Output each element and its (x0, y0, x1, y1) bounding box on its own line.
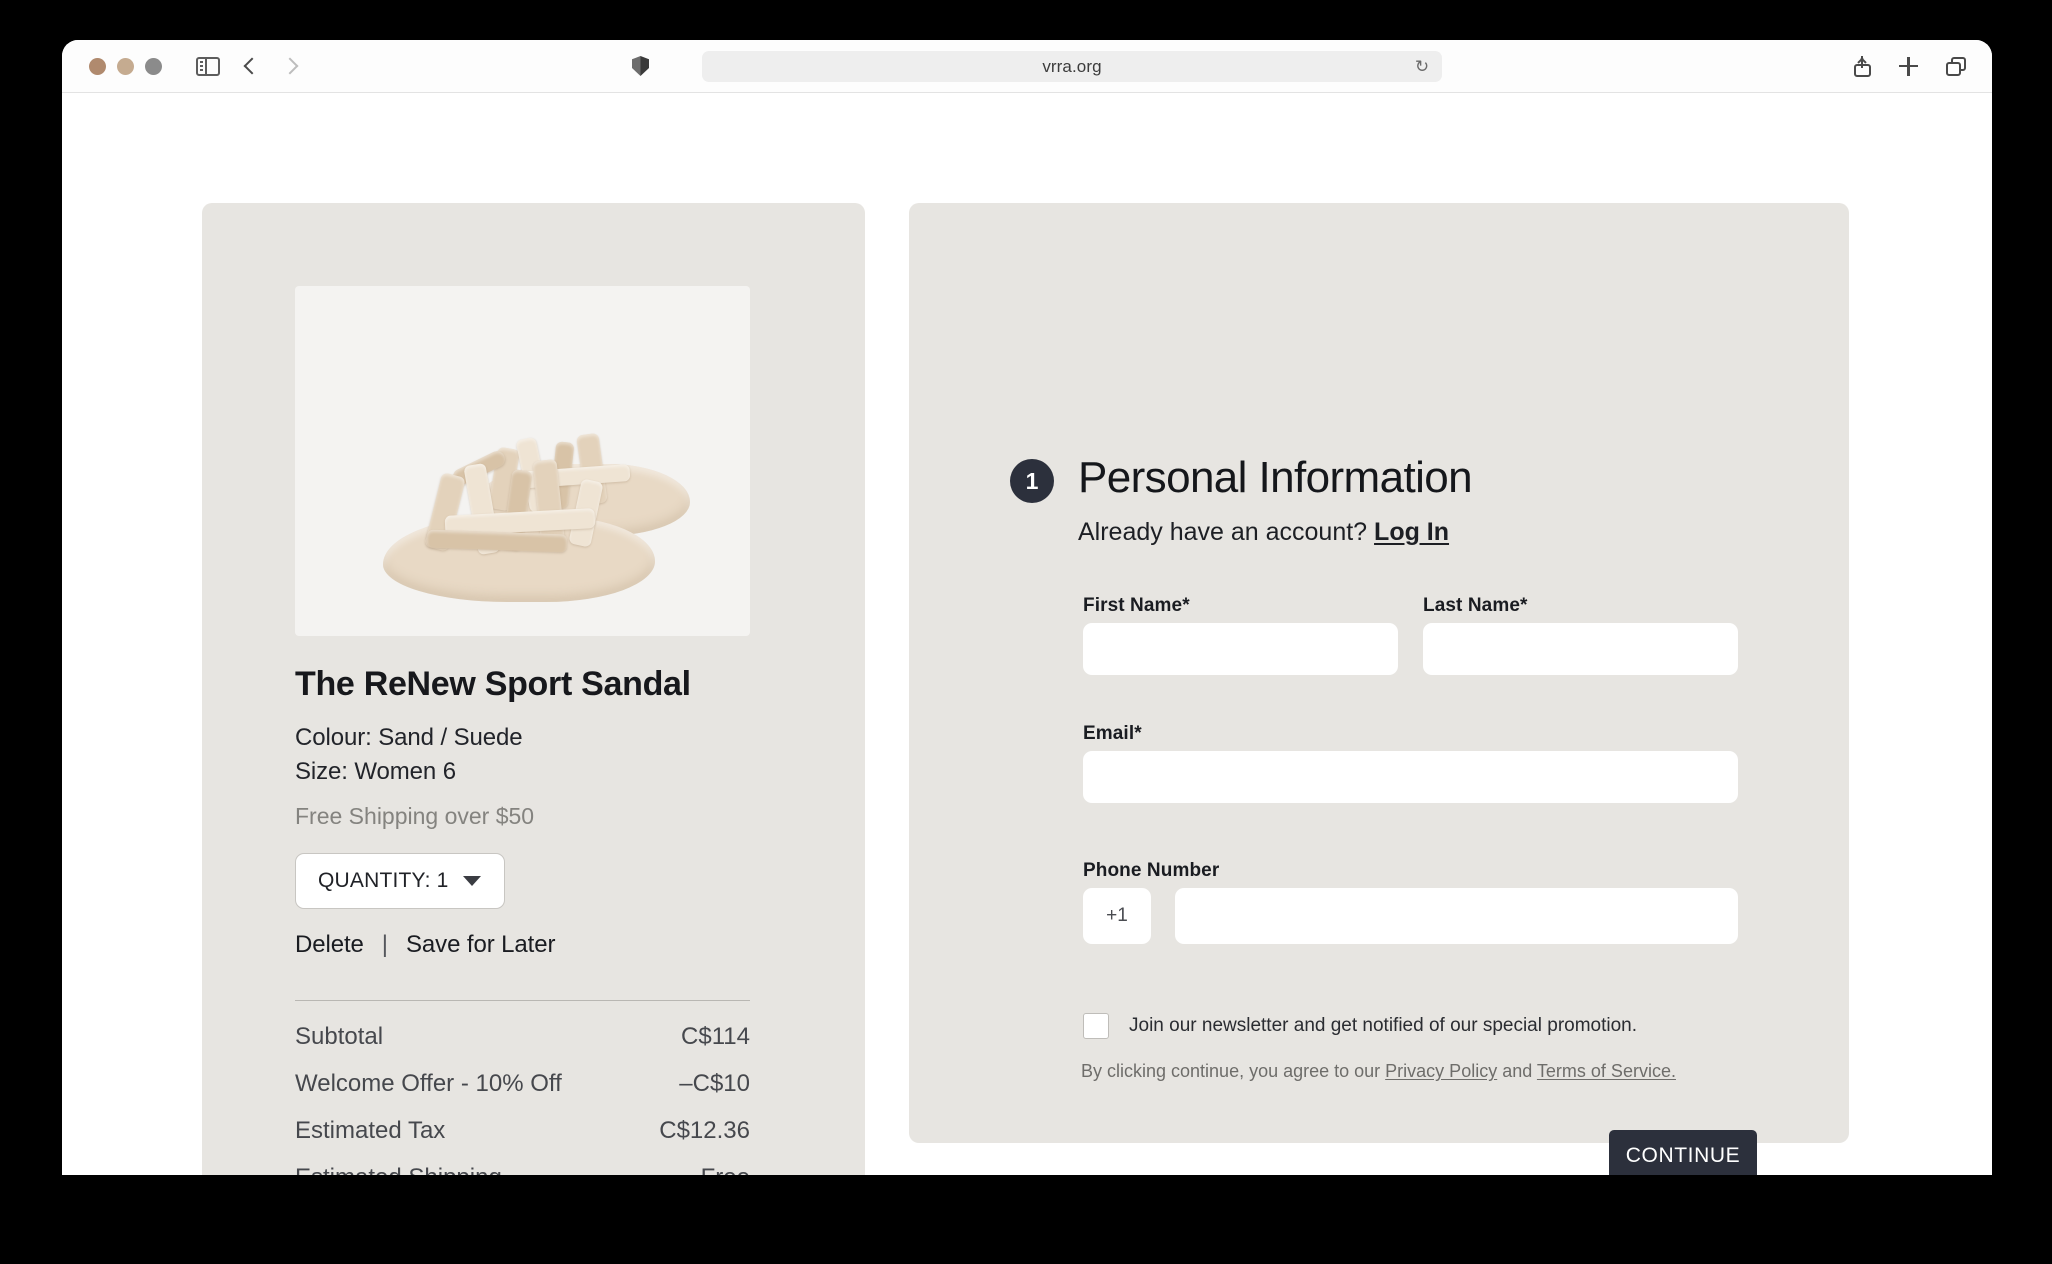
account-prompt-text: Already have an account? (1078, 518, 1375, 546)
step-badge: 1 (1010, 459, 1054, 503)
zoom-window-button[interactable] (145, 57, 162, 75)
url-text: vrra.org (1042, 56, 1102, 76)
sidebar-icon (196, 56, 220, 76)
legal-disclaimer: By clicking continue, you agree to our P… (1081, 1061, 1676, 1082)
first-name-input[interactable] (1083, 623, 1398, 675)
window-controls (89, 57, 162, 75)
summary-label: Estimated Tax (295, 1117, 446, 1144)
new-tab-button[interactable] (1899, 56, 1918, 76)
action-separator: | (381, 931, 389, 958)
save-for-later-link[interactable]: Save for Later (406, 931, 555, 959)
tab-overview-button[interactable] (1946, 56, 1966, 76)
quantity-dropdown[interactable]: QUANTITY: 1 (295, 853, 505, 909)
summary-value: C$114 (681, 1023, 750, 1050)
newsletter-checkbox[interactable] (1083, 1013, 1109, 1039)
browser-toolbar: vrra.org ↻ (62, 40, 1992, 93)
phone-label: Phone Number (1083, 860, 1220, 881)
phone-input[interactable] (1175, 888, 1738, 944)
account-prompt: Already have an account? Log In (1078, 518, 1449, 547)
cart-summary-panel: The ReNew Sport Sandal Colour: Sand / Su… (202, 203, 865, 1175)
sidebar-toggle-button[interactable] (196, 56, 220, 76)
privacy-report-button[interactable] (632, 56, 649, 76)
product-size: Size: Women 6 (295, 758, 456, 785)
summary-label: Subtotal (295, 1023, 384, 1050)
sandal-front (383, 454, 673, 614)
share-icon (1854, 55, 1871, 77)
email-label: Email* (1083, 723, 1142, 744)
summary-row: Estimated Shipping Free (295, 1164, 750, 1175)
legal-prefix: By clicking continue, you agree to our (1081, 1061, 1386, 1081)
back-button[interactable] (243, 57, 261, 75)
summary-value: Free (701, 1164, 750, 1175)
delete-link[interactable]: Delete (295, 931, 364, 959)
summary-value: –C$10 (679, 1070, 750, 1097)
plus-icon (1899, 56, 1918, 76)
terms-of-service-link[interactable]: Terms of Service. (1537, 1061, 1676, 1081)
legal-conjunction: and (1497, 1061, 1537, 1081)
summary-divider (295, 1000, 750, 1001)
free-shipping-note: Free Shipping over $50 (295, 803, 535, 829)
minimize-window-button[interactable] (117, 57, 134, 75)
toolbar-right-group (1854, 55, 1966, 77)
chevron-right-icon (281, 57, 299, 75)
chevron-left-icon (243, 57, 261, 75)
first-name-label: First Name* (1083, 595, 1190, 616)
navigation-controls (196, 56, 299, 76)
page-title: Personal Information (1078, 453, 1473, 502)
summary-row: Estimated Tax C$12.36 (295, 1117, 750, 1145)
close-window-button[interactable] (89, 57, 106, 75)
email-input[interactable] (1083, 751, 1738, 803)
tab-overview-icon (1946, 56, 1966, 76)
summary-label: Welcome Offer - 10% Off (295, 1070, 562, 1097)
chevron-down-icon (462, 876, 481, 886)
summary-row: Welcome Offer - 10% Off –C$10 (295, 1070, 750, 1098)
share-button[interactable] (1854, 55, 1871, 77)
browser-window: vrra.org ↻ The ReNew Sport Sandal Colour… (62, 40, 1992, 1175)
login-link[interactable]: Log In (1374, 518, 1449, 546)
product-title: The ReNew Sport Sandal (295, 665, 691, 703)
newsletter-label: Join our newsletter and get notified of … (1129, 1015, 1638, 1036)
newsletter-row: Join our newsletter and get notified of … (1083, 1013, 1637, 1039)
cart-item-actions: Delete | Save for Later (295, 931, 555, 959)
forward-button[interactable] (281, 57, 299, 75)
desktop-background: vrra.org ↻ The ReNew Sport Sandal Colour… (0, 0, 2052, 1264)
shield-icon (632, 56, 649, 76)
continue-button[interactable]: CONTINUE (1609, 1130, 1757, 1175)
page-content: The ReNew Sport Sandal Colour: Sand / Su… (62, 93, 1992, 1175)
address-bar[interactable]: vrra.org ↻ (702, 51, 1442, 82)
reload-icon[interactable]: ↻ (1414, 58, 1430, 75)
last-name-input[interactable] (1423, 623, 1738, 675)
privacy-policy-link[interactable]: Privacy Policy (1385, 1061, 1497, 1081)
last-name-label: Last Name* (1423, 595, 1528, 616)
personal-information-panel: 1 Personal Information Already have an a… (909, 203, 1849, 1175)
summary-row: Subtotal C$114 (295, 1023, 750, 1051)
product-colour: Colour: Sand / Suede (295, 724, 523, 751)
summary-value: C$12.36 (659, 1117, 750, 1144)
product-image (295, 286, 750, 636)
country-code-selector[interactable]: +1 (1083, 888, 1151, 944)
summary-label: Estimated Shipping (295, 1164, 502, 1175)
quantity-label: QUANTITY: 1 (318, 869, 449, 892)
order-summary: Subtotal C$114 Welcome Offer - 10% Off –… (295, 1023, 750, 1175)
